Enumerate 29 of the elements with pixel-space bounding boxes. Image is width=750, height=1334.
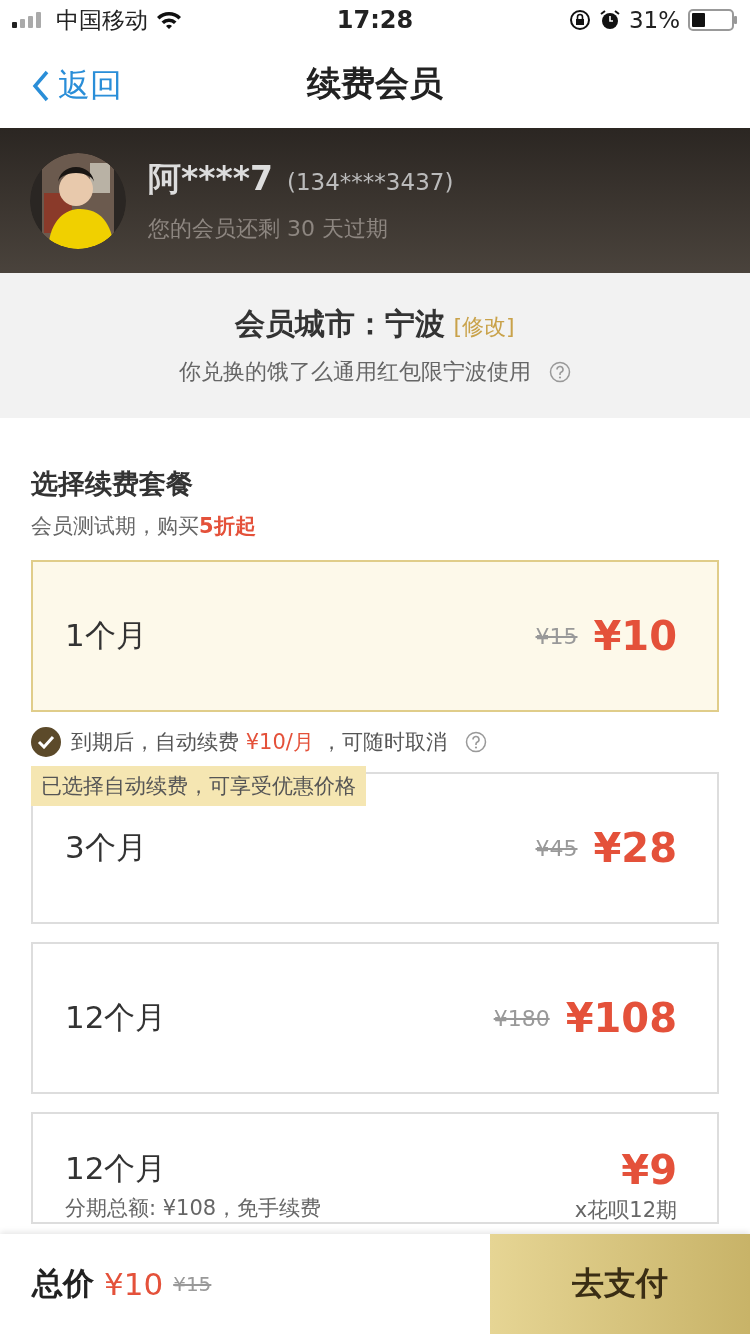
total-price: ¥10 [104,1266,164,1302]
section-title: 选择续费套餐 [31,467,194,501]
installment-detail: 分期总额: ¥108，免手续费 [65,1195,322,1222]
plan-price: ¥10 [593,613,677,659]
plan-price: ¥108 [565,995,677,1041]
plan-price: ¥9 [621,1148,677,1192]
auto-renew-text: 到期后，自动续费 ¥10/月 ，可随时取消 [71,729,447,756]
original-price: ¥180 [493,1005,550,1031]
plan-name: 3个月 [65,828,147,867]
plan-name: 1个月 [65,616,147,655]
total-label: 总价 [32,1264,94,1303]
membership-expiry: 您的会员还剩 30 天过期 [148,215,389,243]
installment-note: x花呗12期 [574,1197,677,1224]
plan-name: 12个月 [65,1149,168,1188]
plan-name: 12个月 [65,998,167,1037]
page-title: 续费会员 [307,62,443,105]
battery-percent: 31% [628,7,680,33]
city-note: 你兑换的饿了么通用红包限宁波使用 [179,358,531,386]
status-time: 17:28 [336,6,414,34]
original-total: ¥15 [173,1272,212,1296]
city-label: 会员城市：宁波 [235,305,446,343]
user-phone: (134****3437) [287,169,454,195]
original-price: ¥45 [535,835,578,861]
section-subtitle: 会员测试期，购买5折起 [31,513,257,540]
user-name: 阿****7 [148,158,273,200]
plan-price: ¥28 [593,825,677,871]
carrier-name: 中国移动 [56,5,148,35]
original-price: ¥15 [535,623,578,649]
auto-renew-tooltip: 已选择自动续费，可享受优惠价格 [31,766,366,806]
